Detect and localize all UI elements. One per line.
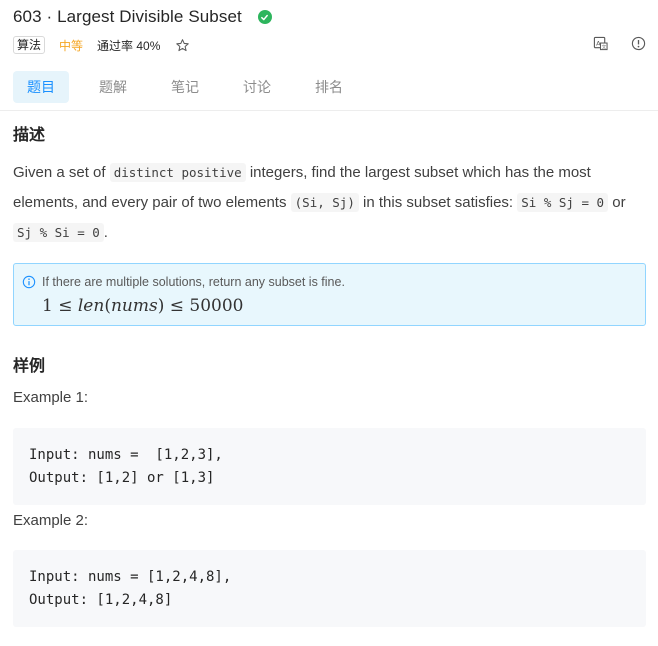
report-icon[interactable]: [630, 35, 646, 51]
inline-code: Si % Sj = 0: [517, 193, 609, 212]
constraint-part: nums: [110, 296, 158, 316]
meta-row: 算法 中等 通过率 40%: [13, 35, 190, 55]
desc-text-4: or: [608, 194, 626, 211]
problem-title: 603 · Largest Divisible Subset: [13, 7, 242, 26]
constraint-part: ) ≤ 50000: [157, 296, 244, 316]
star-icon[interactable]: [174, 37, 190, 53]
inline-code: distinct positive: [109, 163, 246, 182]
header-divider: [0, 110, 658, 111]
constraint-part: len: [77, 296, 105, 316]
constraint-part: (: [104, 296, 111, 316]
example-code-block: Input: nums = [1,2,4,8], Output: [1,2,4,…: [13, 550, 646, 627]
tab-problem[interactable]: 题目: [13, 71, 69, 103]
example-label: Example 1:: [13, 389, 89, 406]
description-heading: 描述: [13, 127, 46, 144]
examples-heading: 样例: [13, 358, 46, 375]
translate-icon[interactable]: A文: [592, 35, 608, 51]
acceptance-rate: 通过率 40%: [97, 38, 161, 53]
note-line: If there are multiple solutions, return …: [22, 275, 345, 289]
tab-discuss[interactable]: 讨论: [229, 71, 285, 103]
tab-bar: 题目 题解 笔记 讨论 排名: [13, 71, 373, 103]
example-label: Example 2:: [13, 512, 89, 529]
example-code-block: Input: nums = [1,2,3], Output: [1,2] or …: [13, 428, 646, 505]
inline-code: Sj % Si = 0: [13, 223, 104, 242]
note-text: If there are multiple solutions, return …: [42, 275, 345, 289]
header-actions: A文: [592, 35, 646, 51]
description-section: 描述 Given a set of distinct positive inte…: [13, 124, 646, 248]
problem-header: 603 · Largest Divisible Subset 算法 中等 通过率…: [0, 0, 658, 110]
description-text: Given a set of distinct positive integer…: [13, 158, 646, 248]
constraint-text: 1 ≤ len(nums) ≤ 50000: [42, 296, 243, 316]
constraint-part: 1 ≤: [42, 296, 78, 316]
desc-text-1: Given a set of: [13, 164, 110, 181]
info-icon: [22, 275, 36, 289]
tab-notes[interactable]: 笔记: [157, 71, 213, 103]
category-tag[interactable]: 算法: [13, 36, 46, 54]
title-row: 603 · Largest Divisible Subset: [13, 6, 272, 28]
info-note: If there are multiple solutions, return …: [13, 263, 646, 326]
desc-text-5: .: [103, 224, 108, 241]
solved-check-icon: [257, 10, 272, 24]
tab-ranking[interactable]: 排名: [301, 71, 357, 103]
desc-text-3: in this subset satisfies:: [358, 194, 518, 211]
tab-solutions[interactable]: 题解: [85, 71, 141, 103]
inline-code: (Si, Sj): [290, 193, 359, 212]
difficulty-label: 中等: [59, 38, 84, 53]
